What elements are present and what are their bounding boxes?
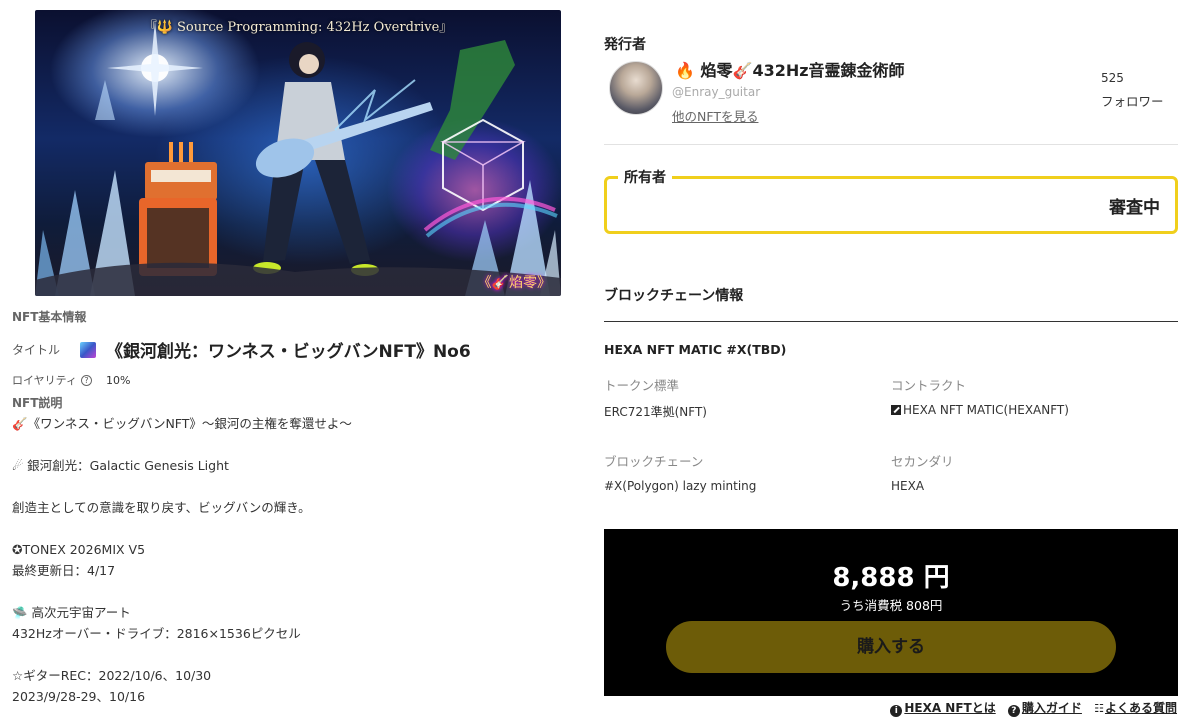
fire-icon: 🔥: [675, 61, 695, 80]
faq-link[interactable]: ☷よくある質問: [1094, 701, 1177, 715]
follower-count: 525: [1101, 71, 1124, 85]
token-standard-label: トークン標準: [604, 378, 680, 393]
footer-links: i HEXA NFTとは ? 購入ガイド ☷よくある質問: [882, 699, 1177, 717]
publisher-handle: @Enray_guitar: [672, 85, 761, 99]
publisher-heading: 発行者: [604, 37, 646, 53]
blockchain-value: #X(Polygon) lazy minting: [604, 479, 757, 493]
title-label: タイトル: [12, 343, 61, 357]
purchase-panel: 8,888 円 うち消費税 808円 購入する: [604, 529, 1178, 696]
description-line: ☄ 銀河創光：Galactic Genesis Light: [12, 458, 229, 473]
description-line: [12, 476, 572, 497]
list-icon: ☷: [1094, 702, 1104, 715]
question-icon: ?: [1007, 705, 1020, 717]
nft-title: 《銀河創光：ワンネス・ビッグバンNFT》No6: [106, 342, 471, 362]
info-icon: i: [890, 705, 903, 717]
artwork-signature: 《🎸焰零》: [477, 275, 551, 291]
galaxy-thumbnail-icon: [80, 341, 96, 358]
secondary-label: セカンダリ: [891, 454, 954, 469]
contract-value: HEXA NFT MATIC(HEXANFT): [903, 403, 1069, 417]
contract-link[interactable]: HEXA NFT MATIC(HEXANFT): [891, 403, 1069, 417]
description-line: [12, 518, 572, 539]
publisher-name-tail: 432Hz音霊錬金術師: [752, 61, 905, 80]
blockchain-heading: ブロックチェーン情報: [604, 288, 744, 304]
owner-status: 審査中: [1109, 198, 1160, 218]
token-standard-value: ERC721準拠(NFT): [604, 405, 707, 419]
guitar-icon: 🎸: [732, 61, 753, 80]
faq-label: よくある質問: [1104, 701, 1177, 715]
nft-description: 🎸《ワンネス・ビッグバンNFT》〜銀河の主権を奪還せよ〜 ☄ 銀河創光：Galac…: [12, 413, 572, 707]
artwork-illustration: [35, 20, 561, 296]
purchase-guide-label: 購入ガイド: [1021, 701, 1082, 715]
nft-description-heading: NFT説明: [12, 396, 63, 410]
blockchain-label: ブロックチェーン: [604, 454, 704, 469]
publisher-name[interactable]: 🔥 焰零🎸432Hz音霊錬金術師: [675, 57, 905, 81]
other-nft-link[interactable]: 他のNFTを見る: [672, 106, 758, 125]
buy-button[interactable]: 購入する: [666, 621, 1116, 673]
owner-label: 所有者: [618, 167, 672, 187]
external-link-icon: [891, 405, 901, 415]
description-line: 432Hzオーバー・ドライブ：2816×1536ピクセル: [12, 626, 301, 641]
purchase-guide-link[interactable]: ? 購入ガイド: [1007, 701, 1082, 717]
nft-info-section: NFT基本情報 タイトル 《銀河創光：ワンネス・ビッグバンNFT》No6 ロイヤ…: [12, 308, 572, 707]
title-row: タイトル 《銀河創光：ワンネス・ビッグバンNFT》No6: [12, 337, 572, 362]
publisher-avatar[interactable]: [609, 61, 663, 115]
secondary-value: HEXA: [891, 479, 925, 493]
description-line: [12, 644, 572, 665]
description-line: [12, 581, 572, 602]
nft-basic-info-heading: NFT基本情報: [12, 310, 87, 324]
about-hexa-link[interactable]: i HEXA NFTとは: [890, 701, 996, 717]
description-line: ✪TONEX 2026MIX V5: [12, 542, 146, 557]
question-help-icon[interactable]: ?: [81, 374, 93, 386]
follower-label: フォロワー: [1101, 94, 1164, 109]
owner-box: [604, 176, 1178, 234]
tax-info: うち消費税 808円: [839, 598, 943, 613]
artwork-caption: 『🔱 Source Programming: 432Hz Overdrive』: [143, 20, 453, 35]
description-line: 🎸《ワンネス・ビッグバンNFT》〜銀河の主権を奪還せよ〜: [12, 416, 352, 431]
blockchain-nft-name: HEXA NFT MATIC #X(TBD): [604, 342, 787, 357]
royalty-row: ロイヤリティ ? 10%: [12, 372, 572, 388]
price: 8,888 円: [832, 563, 950, 593]
nft-artwork-image[interactable]: 『🔱 Source Programming: 432Hz Overdrive』 …: [35, 10, 561, 296]
description-line: [12, 434, 572, 455]
description-line: 2023/9/28-29、10/16: [12, 689, 146, 704]
about-hexa-label: HEXA NFTとは: [904, 701, 996, 715]
publisher-name-main: 焰零: [700, 61, 733, 80]
description-line: 🛸 高次元宇宙アート: [12, 605, 131, 620]
contract-label: コントラクト: [891, 378, 967, 393]
description-line: 創造主としての意識を取り戻す、ビッグバンの輝き。: [12, 500, 311, 515]
blockchain-divider: [604, 321, 1178, 322]
royalty-label: ロイヤリティ: [12, 374, 78, 387]
description-line: 最終更新日：4/17: [12, 563, 116, 578]
royalty-value: 10%: [106, 373, 131, 387]
section-divider: [604, 144, 1178, 145]
description-line: ☆ギターREC：2022/10/6、10/30: [12, 668, 212, 683]
